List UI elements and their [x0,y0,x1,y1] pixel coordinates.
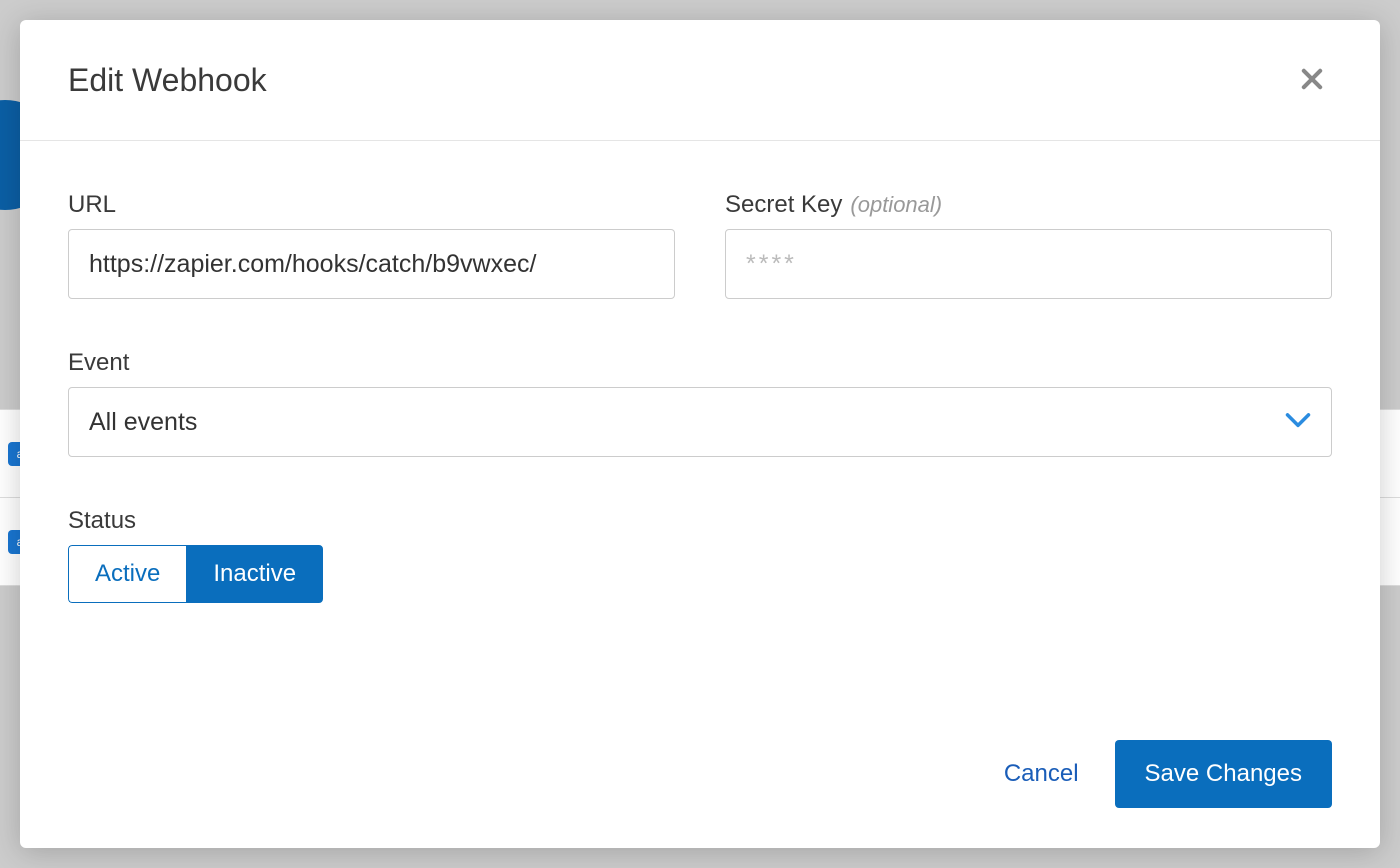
form-row-url-secret: URL Secret Key (optional) [68,191,1332,299]
status-field-group: Status Active Inactive [68,507,1332,603]
event-label: Event [68,349,1332,377]
status-label: Status [68,507,1332,535]
url-label: URL [68,191,675,219]
cancel-button[interactable]: Cancel [1004,760,1079,788]
url-input[interactable] [68,229,675,299]
url-field-group: URL [68,191,675,299]
event-select[interactable]: All events [68,387,1332,457]
status-active-button[interactable]: Active [68,545,186,603]
event-field-group: Event All events [68,349,1332,457]
modal-header: Edit Webhook [20,20,1380,141]
form-row-status: Status Active Inactive [68,507,1332,603]
secret-key-label-text: Secret Key [725,191,842,219]
close-icon [1298,65,1326,96]
modal-title: Edit Webhook [68,62,267,99]
secret-key-field-group: Secret Key (optional) [725,191,1332,299]
secret-key-optional-hint: (optional) [850,192,942,218]
modal-body: URL Secret Key (optional) Event All even… [20,141,1380,720]
event-select-wrapper: All events [68,387,1332,457]
status-toggle-group: Active Inactive [68,545,1332,603]
secret-key-label: Secret Key (optional) [725,191,1332,219]
close-button[interactable] [1292,60,1332,100]
form-row-event: Event All events [68,349,1332,457]
modal-footer: Cancel Save Changes [20,720,1380,848]
secret-key-input[interactable] [725,229,1332,299]
edit-webhook-modal: Edit Webhook URL Secret Key (optional) [20,20,1380,848]
save-changes-button[interactable]: Save Changes [1115,740,1332,808]
status-inactive-button[interactable]: Inactive [186,545,323,603]
